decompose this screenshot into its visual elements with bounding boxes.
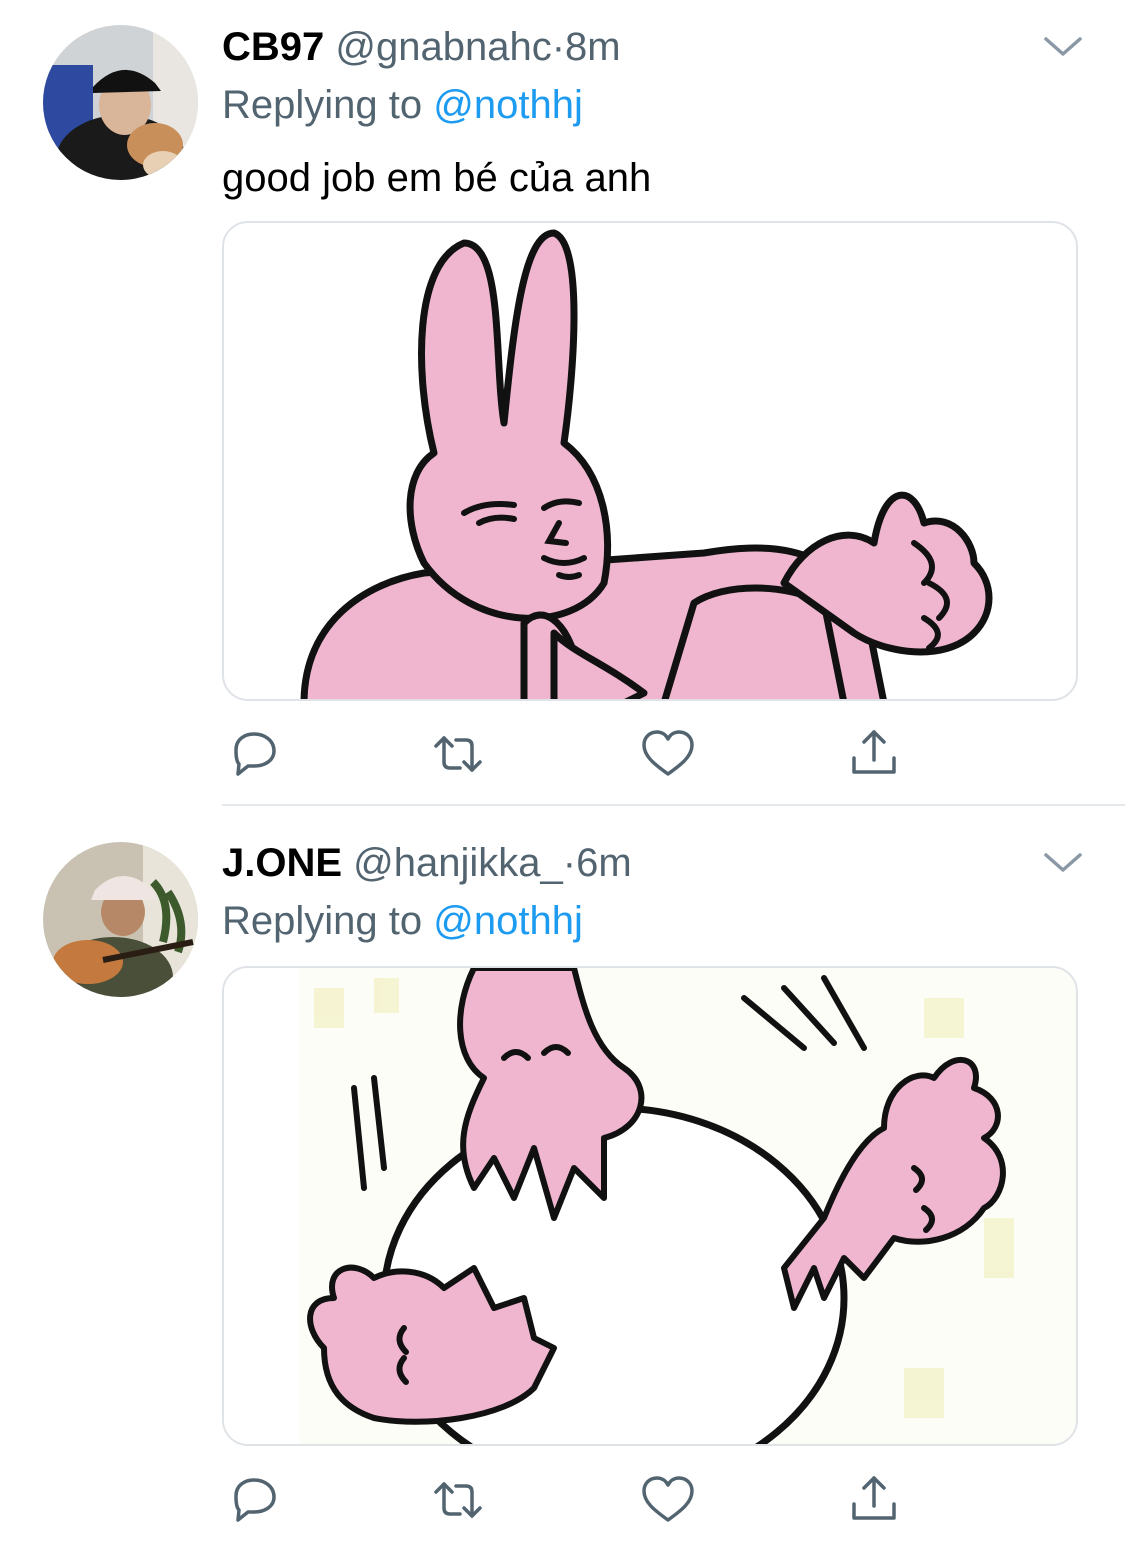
share-icon[interactable] bbox=[844, 1470, 904, 1530]
reply-icon[interactable] bbox=[224, 724, 284, 784]
user-handle[interactable]: @gnabnahc bbox=[335, 25, 551, 69]
user-handle[interactable]: @hanjikka_ bbox=[353, 841, 563, 885]
replying-to: Replying to @nothhj bbox=[222, 80, 583, 130]
bunnies-rolling-sticker bbox=[224, 968, 1076, 1444]
separator-dot: · bbox=[562, 841, 577, 885]
chevron-down-icon[interactable] bbox=[1040, 848, 1086, 878]
tweet-media[interactable] bbox=[222, 966, 1078, 1446]
separator-dot: · bbox=[551, 25, 566, 69]
retweet-icon[interactable] bbox=[428, 724, 488, 784]
tweet-media[interactable] bbox=[222, 221, 1078, 701]
reply-icon[interactable] bbox=[224, 1470, 284, 1530]
tweet-text: good job em bé của anh bbox=[222, 156, 652, 200]
timestamp[interactable]: 6m bbox=[576, 841, 632, 885]
chevron-down-icon[interactable] bbox=[1040, 32, 1086, 62]
avatar-photo bbox=[43, 842, 198, 997]
tweet-header: J.ONE @hanjikka_·6m bbox=[222, 838, 632, 888]
heart-icon[interactable] bbox=[638, 1470, 698, 1530]
mention-link[interactable]: @nothhj bbox=[433, 83, 583, 127]
heart-icon[interactable] bbox=[638, 724, 698, 784]
share-icon[interactable] bbox=[844, 724, 904, 784]
timestamp[interactable]: 8m bbox=[565, 25, 621, 69]
bunny-thumbs-up-sticker bbox=[300, 229, 993, 699]
replying-prefix: Replying to bbox=[222, 83, 423, 127]
tweet-header: CB97 @gnabnahc·8m bbox=[222, 22, 621, 72]
tweet-2[interactable]: J.ONE @hanjikka_·6m Replying to @nothhj bbox=[0, 806, 1125, 1554]
avatar[interactable] bbox=[43, 25, 198, 180]
avatar-photo bbox=[43, 25, 198, 180]
replying-to: Replying to @nothhj bbox=[222, 896, 583, 946]
display-name[interactable]: J.ONE bbox=[222, 841, 342, 885]
display-name[interactable]: CB97 bbox=[222, 25, 324, 69]
tweet-1[interactable]: CB97 @gnabnahc·8m Replying to @nothhj go… bbox=[0, 0, 1125, 806]
retweet-icon[interactable] bbox=[428, 1470, 488, 1530]
mention-link[interactable]: @nothhj bbox=[433, 899, 583, 943]
tweet-actions bbox=[222, 724, 922, 784]
replying-prefix: Replying to bbox=[222, 899, 423, 943]
tweet-actions bbox=[222, 1470, 922, 1530]
avatar[interactable] bbox=[43, 842, 198, 997]
